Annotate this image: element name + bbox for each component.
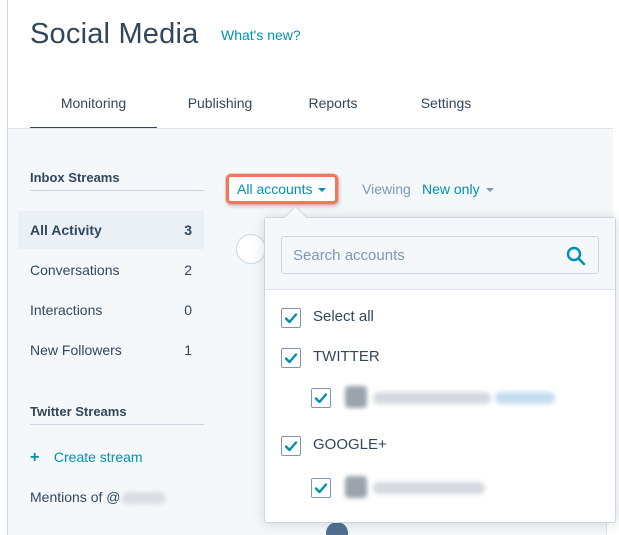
redacted-account-handle — [495, 392, 555, 404]
twitter-streams-heading: Twitter Streams — [30, 404, 127, 419]
page-title: Social Media — [30, 18, 199, 50]
sidebar-item-count: 0 — [184, 302, 192, 318]
select-all-label: Select all — [313, 308, 374, 325]
app-frame: Social Media What's new? Monitoring Publ… — [7, 0, 616, 535]
tab-reports[interactable]: Reports — [300, 80, 366, 130]
account-row[interactable] — [265, 473, 615, 503]
avatar — [326, 522, 348, 535]
twitter-group-label: TWITTER — [313, 348, 380, 365]
redacted-handle — [122, 492, 167, 505]
tab-monitoring[interactable]: Monitoring — [30, 80, 157, 130]
sidebar-item-all-activity[interactable]: All Activity 3 — [18, 211, 204, 249]
sidebar-item-new-followers[interactable]: New Followers 1 — [18, 331, 204, 369]
select-all-row[interactable]: Select all — [265, 303, 615, 333]
dropdown-search-area — [265, 218, 615, 290]
sidebar-item-conversations[interactable]: Conversations 2 — [18, 251, 204, 289]
viewing-filter-dropdown[interactable]: New only — [422, 181, 494, 197]
search-icon[interactable] — [566, 246, 586, 266]
sidebar-divider — [30, 424, 204, 425]
viewing-label: Viewing — [362, 181, 411, 197]
create-stream-link[interactable]: + Create stream — [30, 449, 143, 467]
page-header: Social Media What's new? Monitoring Publ… — [8, 0, 613, 130]
check-icon — [284, 353, 298, 364]
twitter-group-checkbox[interactable] — [281, 348, 301, 368]
sidebar-item-label: All Activity — [30, 222, 102, 238]
account-checkbox[interactable] — [311, 388, 331, 408]
select-all-checkbox[interactable] — [281, 308, 301, 328]
tab-publishing[interactable]: Publishing — [177, 80, 263, 130]
main-panel: All accounts Viewing New only Search acc… — [218, 129, 616, 535]
sidebar-item-mentions[interactable]: Mentions of @ — [30, 489, 167, 505]
check-icon — [314, 393, 328, 404]
sidebar: Inbox Streams All Activity 3 Conversatio… — [18, 129, 208, 535]
google-plus-group-checkbox[interactable] — [281, 436, 301, 456]
stream-toggle[interactable] — [236, 234, 266, 264]
redacted-account-name — [373, 392, 491, 404]
create-stream-label: Create stream — [53, 449, 143, 465]
account-avatar — [345, 476, 367, 498]
all-accounts-label: All accounts — [237, 181, 313, 197]
sidebar-item-count: 3 — [184, 222, 192, 238]
account-avatar — [345, 386, 367, 408]
check-icon — [314, 483, 328, 494]
tab-settings[interactable]: Settings — [405, 80, 487, 130]
caret-down-icon — [485, 188, 494, 193]
search-accounts-input[interactable] — [282, 237, 552, 273]
google-plus-group-label: GOOGLE+ — [313, 436, 387, 453]
sidebar-item-label: Mentions of @ — [30, 489, 121, 505]
sidebar-item-label: Conversations — [30, 262, 120, 278]
accounts-dropdown-menu: Select all TWITTER — [264, 217, 616, 523]
sidebar-item-count: 2 — [184, 262, 192, 278]
account-group-row[interactable]: TWITTER — [265, 343, 615, 373]
account-group-row[interactable]: GOOGLE+ — [265, 431, 615, 461]
caret-down-icon — [318, 188, 327, 193]
tab-bar: Monitoring Publishing Reports Settings — [30, 80, 613, 130]
redacted-account-name — [373, 482, 485, 494]
sidebar-divider — [30, 190, 204, 191]
content-area: Inbox Streams All Activity 3 Conversatio… — [8, 129, 616, 535]
sidebar-item-label: New Followers — [30, 342, 122, 358]
check-icon — [284, 441, 298, 452]
account-row[interactable] — [265, 383, 615, 413]
account-checkbox[interactable] — [311, 478, 331, 498]
whats-new-link[interactable]: What's new? — [221, 27, 301, 43]
sidebar-item-label: Interactions — [30, 302, 103, 318]
search-box — [281, 236, 599, 274]
plus-icon: + — [30, 449, 40, 466]
sidebar-item-count: 1 — [184, 342, 192, 358]
sidebar-item-interactions[interactable]: Interactions 0 — [18, 291, 204, 329]
check-icon — [284, 313, 298, 324]
all-accounts-dropdown-button[interactable]: All accounts — [226, 174, 338, 204]
inbox-streams-heading: Inbox Streams — [30, 170, 120, 185]
viewing-filter-value: New only — [422, 181, 480, 197]
